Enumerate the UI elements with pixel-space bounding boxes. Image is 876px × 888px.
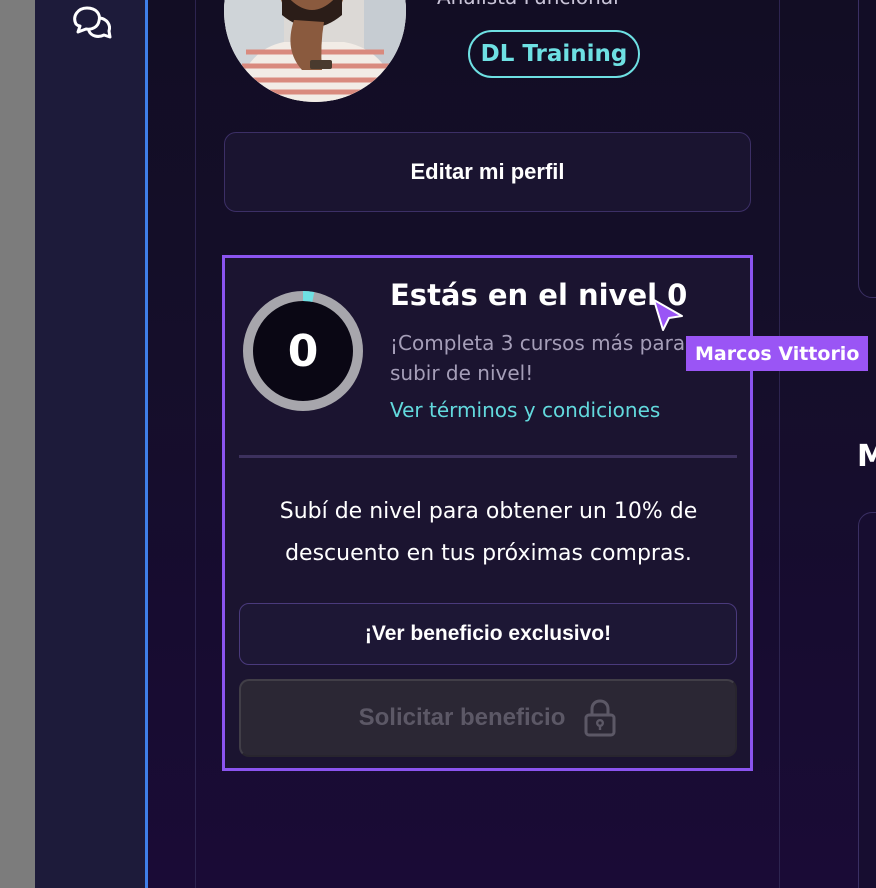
- card-divider: [239, 455, 737, 458]
- edit-profile-button[interactable]: Editar mi perfil: [224, 132, 751, 212]
- terms-link[interactable]: Ver términos y condiciones: [390, 398, 660, 422]
- benefit-text: Subí de nivel para obtener un 10% de des…: [279, 499, 698, 566]
- view-exclusive-benefit-button[interactable]: ¡Ver beneficio exclusivo!: [239, 603, 737, 665]
- right-panel-card-top: [858, 0, 876, 298]
- page: M Analista Funcional DL Training Editar …: [0, 0, 876, 888]
- cursor-pointer-icon: [653, 299, 683, 331]
- level-card: 0 Estás en el nivel 0 ¡Completa 3 cursos…: [222, 255, 753, 771]
- request-benefit-button[interactable]: Solicitar beneficio: [239, 679, 737, 757]
- profile-role: Analista Funcional: [437, 0, 619, 9]
- level-title: Estás en el nivel 0: [390, 278, 688, 312]
- window-edge: [0, 0, 35, 888]
- sidebar: [35, 0, 146, 888]
- right-panel-card-bottom: [858, 512, 876, 888]
- level-number: 0: [287, 325, 319, 377]
- company-badge: DL Training: [468, 30, 640, 78]
- lock-icon: [584, 699, 616, 737]
- chat-bubbles-icon[interactable]: [70, 4, 114, 46]
- level-description: ¡Completa 3 cursos más para subir de niv…: [390, 331, 686, 385]
- request-benefit-label: Solicitar beneficio: [358, 704, 566, 731]
- profile-panel-border-left: [195, 0, 196, 888]
- profile-panel-border-right: [779, 0, 780, 888]
- collaborator-cursor-label: Marcos Vittorio: [686, 336, 869, 371]
- right-panel-heading: M: [857, 439, 876, 474]
